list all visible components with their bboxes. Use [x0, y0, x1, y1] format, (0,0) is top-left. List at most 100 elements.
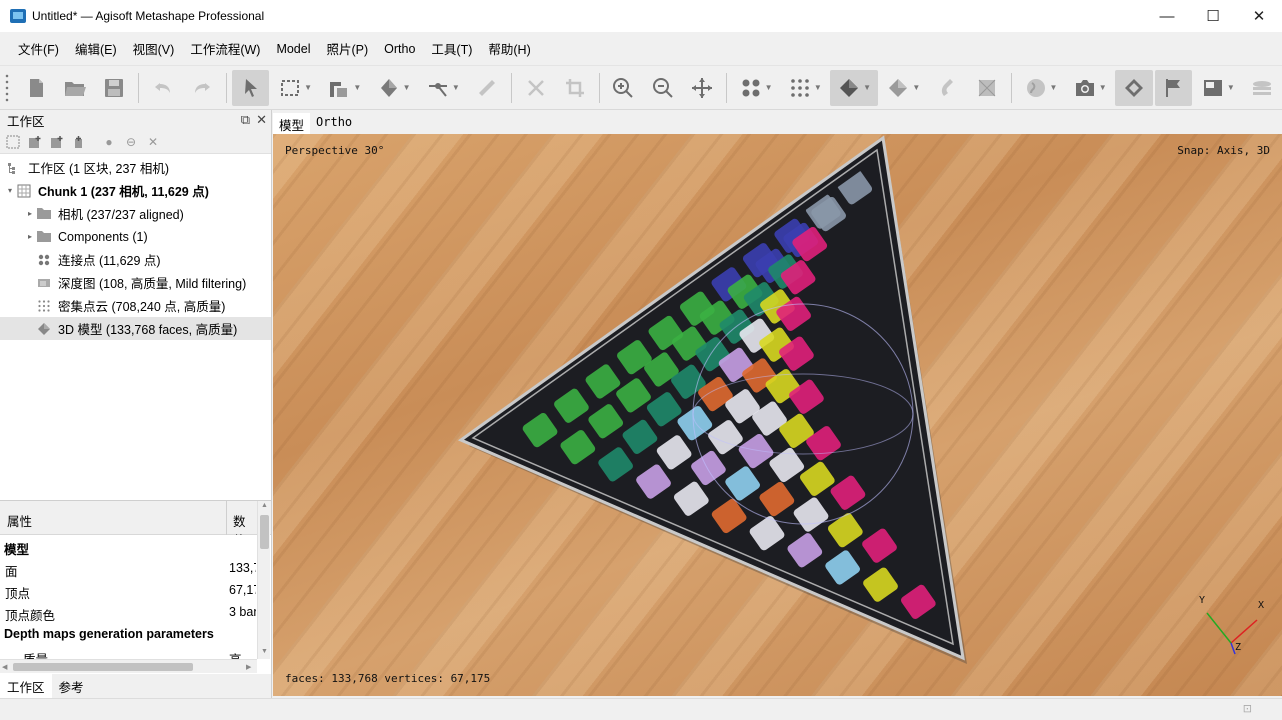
- rectangle-selection-icon[interactable]: ▼: [271, 70, 318, 106]
- folder-icon: [36, 207, 52, 221]
- camera-icon[interactable]: ▼: [1066, 70, 1113, 106]
- save-icon[interactable]: [96, 70, 133, 106]
- maximize-button[interactable]: ☐: [1190, 0, 1236, 32]
- menu-tools[interactable]: 工具(T): [423, 39, 480, 58]
- menu-workflow[interactable]: 工作流程(W): [182, 39, 268, 58]
- properties-table: 模型面 133,768 顶点 67,175 顶点颜色 3 bands Depth maps …: [0, 535, 271, 667]
- menu-model[interactable]: Model: [268, 42, 318, 56]
- collapsed-arrow-icon[interactable]: ▸: [24, 232, 36, 241]
- tie-points-icon[interactable]: ▼: [732, 70, 779, 106]
- scroll-up-icon[interactable]: ▲: [261, 502, 268, 509]
- menu-view[interactable]: 视图(V): [125, 39, 183, 58]
- tree-item-workspace[interactable]: 工作区 (1 区块, 237 相机): [0, 156, 271, 179]
- model-solid-icon[interactable]: ▼: [880, 70, 927, 106]
- properties-vertical-scrollbar[interactable]: ▲ ▼: [257, 501, 270, 659]
- menu-photos[interactable]: 照片(P): [318, 39, 376, 58]
- draw-line-icon[interactable]: ▼: [419, 70, 466, 106]
- property-section[interactable]: Depth maps generation parameters: [0, 623, 271, 645]
- tree-item-cameras[interactable]: ▸ 相机 (237/237 aligned): [0, 202, 271, 225]
- add-chunk-icon[interactable]: [4, 133, 22, 151]
- properties-header: 属性 数值: [0, 501, 271, 535]
- depth-maps-icon: [36, 276, 52, 290]
- main-toolbar: ▼ ▼ ▼ ▼ ▼ ▼ ▼ ▼ ▼ ▼ ▼: [0, 66, 1282, 110]
- axis-y-label: Y: [1199, 595, 1206, 606]
- move-icon[interactable]: [684, 70, 721, 106]
- navigation-cursor-icon[interactable]: [231, 69, 270, 106]
- wireframe-icon[interactable]: [968, 70, 1005, 106]
- scroll-left-icon[interactable]: ◀: [2, 663, 7, 671]
- property-value: 133,768: [229, 561, 256, 575]
- tree-item-depth-maps[interactable]: 深度图 (108, 高质量, Mild filtering): [0, 271, 271, 294]
- scrollbar-thumb[interactable]: [13, 663, 193, 671]
- properties-horizontal-scrollbar[interactable]: ◀ ▶: [0, 659, 257, 673]
- menu-edit[interactable]: 编辑(E): [67, 39, 125, 58]
- tree-item-label: 连接点 (11,629 点): [58, 254, 161, 268]
- tie-points-icon: [36, 253, 52, 267]
- menu-file[interactable]: 文件(F): [10, 39, 67, 58]
- redo-icon[interactable]: [184, 70, 221, 106]
- close-panel-icon[interactable]: ✕: [256, 112, 267, 128]
- tab-reference[interactable]: 参考: [52, 674, 91, 699]
- tree-item-dense-cloud[interactable]: 密集点云 (708,240 点, 高质量): [0, 294, 271, 317]
- tree-item-components[interactable]: ▸ Components (1): [0, 225, 271, 248]
- minimize-button[interactable]: —: [1144, 0, 1190, 32]
- property-value: 3 bands: [229, 605, 256, 619]
- value-column-header[interactable]: 数值: [226, 501, 256, 535]
- property-key: 顶点: [5, 587, 31, 601]
- tree-item-tie-points[interactable]: 连接点 (11,629 点): [0, 248, 271, 271]
- enable-icon[interactable]: ●: [100, 133, 118, 151]
- tab-workspace[interactable]: 工作区: [0, 673, 52, 699]
- add-folder-icon[interactable]: [48, 133, 66, 151]
- texture-icon[interactable]: [929, 70, 966, 106]
- menu-bar: 文件(F) 编辑(E) 视图(V) 工作流程(W) Model 照片(P) Or…: [0, 32, 1282, 66]
- property-column-header[interactable]: 属性: [7, 511, 32, 530]
- delete-icon[interactable]: [517, 70, 554, 106]
- property-row[interactable]: 顶点 67,175: [0, 579, 271, 601]
- add-marker-icon[interactable]: [70, 133, 88, 151]
- undo-icon[interactable]: [144, 70, 181, 106]
- close-button[interactable]: ✕: [1236, 0, 1282, 32]
- ruler-icon[interactable]: [468, 70, 505, 106]
- tree-item-label: Chunk 1 (237 相机, 11,629 点): [38, 185, 209, 199]
- float-panel-icon[interactable]: ⧉: [241, 112, 250, 128]
- resize-region-icon[interactable]: ▼: [321, 70, 368, 106]
- resize-grip-icon[interactable]: ⊡: [1243, 702, 1252, 715]
- window-title: Untitled* — Agisoft Metashape Profession…: [32, 9, 265, 23]
- expanded-arrow-icon[interactable]: ▾: [4, 186, 16, 195]
- rotate-object-icon[interactable]: ▼: [370, 70, 417, 106]
- viewport-tabs: 模型 Ortho: [273, 110, 1282, 134]
- globe-icon[interactable]: ▼: [1017, 70, 1064, 106]
- property-row[interactable]: 顶点颜色 3 bands: [0, 601, 271, 623]
- toolbar-grip-icon[interactable]: [4, 72, 10, 103]
- show-model-icon[interactable]: [1115, 69, 1153, 106]
- zoom-in-icon[interactable]: [605, 70, 642, 106]
- tiled-model-icon[interactable]: [1243, 70, 1280, 106]
- disable-icon[interactable]: ⊖: [122, 133, 140, 151]
- tree-item-3d-model[interactable]: 3D 模型 (133,768 faces, 高质量): [0, 317, 271, 340]
- folder-icon: [36, 230, 52, 244]
- open-folder-icon[interactable]: [56, 70, 93, 106]
- new-document-icon[interactable]: [17, 70, 54, 106]
- property-section[interactable]: 模型: [0, 535, 271, 557]
- flag-icon[interactable]: [1154, 69, 1193, 106]
- scrollbar-thumb[interactable]: [260, 515, 269, 549]
- crop-icon[interactable]: [556, 70, 593, 106]
- remove-icon[interactable]: ✕: [144, 133, 162, 151]
- scroll-down-icon[interactable]: ▼: [261, 648, 268, 655]
- property-row[interactable]: 面 133,768: [0, 557, 271, 579]
- scroll-right-icon[interactable]: ▶: [246, 663, 251, 671]
- dense-cloud-icon[interactable]: ▼: [781, 70, 828, 106]
- tab-ortho[interactable]: Ortho: [310, 113, 358, 134]
- tab-model[interactable]: 模型: [273, 113, 311, 134]
- collapsed-arrow-icon[interactable]: ▸: [24, 209, 36, 218]
- menu-ortho[interactable]: Ortho: [376, 42, 423, 56]
- add-photos-icon[interactable]: [26, 133, 44, 151]
- model-shaded-icon[interactable]: ▼: [830, 69, 878, 106]
- model-viewport[interactable]: Perspective 30° Snap: Axis, 3D faces: 13…: [273, 134, 1282, 696]
- tree-item-chunk[interactable]: ▾ Chunk 1 (237 相机, 11,629 点): [0, 179, 271, 202]
- menu-help[interactable]: 帮助(H): [480, 39, 538, 58]
- property-key: Depth maps generation parameters: [4, 627, 214, 641]
- image-icon[interactable]: ▼: [1194, 70, 1241, 106]
- tree-item-label: 深度图 (108, 高质量, Mild filtering): [58, 277, 247, 291]
- zoom-out-icon[interactable]: [644, 70, 681, 106]
